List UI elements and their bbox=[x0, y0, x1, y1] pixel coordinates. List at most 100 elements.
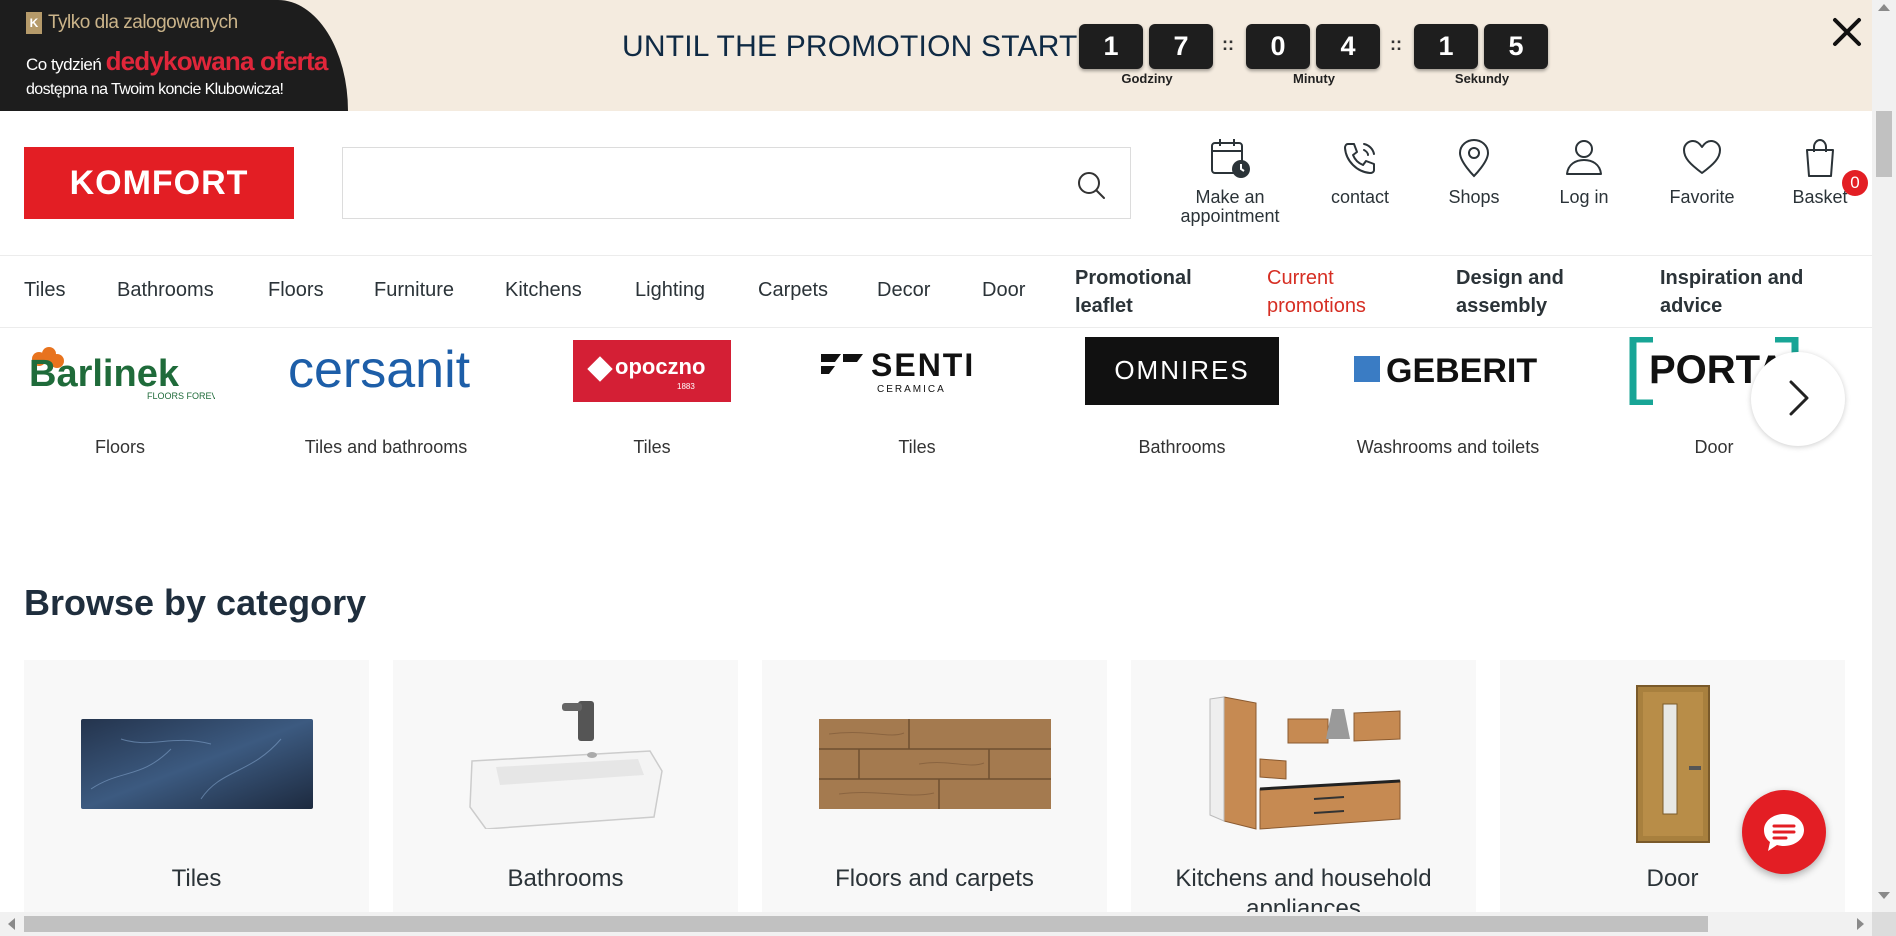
countdown-digit: 4 bbox=[1316, 24, 1380, 69]
club-offer-line2-prefix: Co tydzień bbox=[26, 55, 102, 74]
nav-item-inspiration-advice[interactable]: Inspiration and advice bbox=[1660, 264, 1803, 320]
search-input[interactable] bbox=[343, 148, 1043, 218]
favorite-button[interactable]: Favorite bbox=[1660, 136, 1744, 207]
contact-label: contact bbox=[1330, 187, 1390, 207]
countdown-seconds: 1 5 bbox=[1414, 24, 1548, 69]
brand-senti-wordmark: SENTI bbox=[871, 347, 975, 383]
countdown-digit: 0 bbox=[1246, 24, 1310, 69]
brands-next-button[interactable] bbox=[1751, 352, 1845, 446]
countdown-minutes: 0 4 bbox=[1246, 24, 1380, 69]
category-caption: Bathrooms bbox=[507, 865, 624, 892]
brand-senti[interactable]: SENTI CERAMICA Tiles bbox=[817, 337, 1017, 458]
nav-item-design-assembly[interactable]: Design and assembly bbox=[1456, 264, 1564, 320]
category-caption: Tiles bbox=[171, 865, 222, 892]
calendar-clock-icon bbox=[1211, 139, 1250, 178]
brand-cersanit-wordmark: cersanit bbox=[288, 341, 471, 399]
nav-item-carpets[interactable]: Carpets bbox=[758, 279, 828, 302]
login-button[interactable]: Log in bbox=[1542, 136, 1626, 207]
category-card-tiles[interactable]: Tiles bbox=[24, 660, 369, 920]
scroll-down-arrow-icon[interactable] bbox=[1878, 892, 1890, 899]
make-appointment-button[interactable]: Make an appointment bbox=[1170, 136, 1290, 226]
countdown-digit: 1 bbox=[1079, 24, 1143, 69]
brand-caption: Washrooms and toilets bbox=[1356, 437, 1540, 457]
nav-item-tiles[interactable]: Tiles bbox=[24, 279, 65, 302]
brand-caption: Tiles bbox=[898, 437, 936, 457]
close-icon bbox=[1833, 18, 1861, 46]
nav-item-furniture[interactable]: Furniture bbox=[374, 279, 454, 302]
category-caption: Floors and carpets bbox=[835, 865, 1034, 892]
nav-label-line: leaflet bbox=[1075, 295, 1133, 317]
category-card-kitchens[interactable]: Kitchens and household appliances bbox=[1131, 660, 1476, 922]
shops-button[interactable]: Shops bbox=[1432, 136, 1516, 207]
search-bar bbox=[342, 147, 1131, 219]
senti-logo: SENTI CERAMICA bbox=[817, 337, 1017, 405]
nav-label-line: Current bbox=[1267, 267, 1334, 289]
vertical-scroll-thumb[interactable] bbox=[1876, 111, 1892, 177]
scroll-right-arrow-icon[interactable] bbox=[1857, 918, 1864, 930]
brand-barlinek-wordmark: Barlinek bbox=[29, 353, 180, 395]
kitchen-image bbox=[1131, 684, 1476, 844]
scroll-left-arrow-icon[interactable] bbox=[8, 918, 15, 930]
nav-item-kitchens[interactable]: Kitchens bbox=[505, 279, 582, 302]
klub-logo-icon: K bbox=[26, 12, 42, 34]
omnires-logo: OMNIRES bbox=[1082, 337, 1282, 405]
countdown-separator: :: bbox=[1390, 34, 1402, 54]
countdown-separator: :: bbox=[1222, 34, 1234, 54]
search-icon[interactable] bbox=[1076, 170, 1106, 200]
brand-geberit-wordmark: GEBERIT bbox=[1386, 352, 1537, 390]
category-card-bathrooms[interactable]: Bathrooms bbox=[393, 660, 738, 920]
category-card-floors-carpets[interactable]: Floors and carpets bbox=[762, 660, 1107, 920]
brand-caption: Floors bbox=[94, 437, 145, 457]
nav-item-floors[interactable]: Floors bbox=[268, 279, 324, 302]
sink-image bbox=[393, 684, 738, 844]
komfort-logo[interactable]: KOMFORT bbox=[24, 147, 294, 219]
shopping-bag-icon bbox=[1806, 138, 1834, 177]
location-pin-icon bbox=[1458, 138, 1490, 178]
nav-label-line: promotions bbox=[1267, 295, 1366, 317]
tile-image bbox=[24, 684, 369, 844]
brand-caption: Bathrooms bbox=[1138, 437, 1226, 457]
nav-item-decor[interactable]: Decor bbox=[877, 279, 930, 302]
club-offer-line1: Tylko dla zalogowanych bbox=[48, 12, 238, 33]
wood-floor-image bbox=[762, 684, 1107, 844]
basket-label: Basket bbox=[1792, 187, 1848, 207]
horizontal-scrollbar[interactable] bbox=[0, 912, 1872, 936]
nav-label-line: Inspiration and bbox=[1660, 267, 1804, 289]
nav-label-line: assembly bbox=[1456, 295, 1548, 317]
chat-button[interactable] bbox=[1742, 790, 1826, 874]
brand-omnires[interactable]: OMNIRES Bathrooms bbox=[1082, 337, 1282, 458]
brand-opoczno-wordmark: opoczno bbox=[615, 354, 705, 379]
contact-button[interactable]: contact bbox=[1318, 136, 1402, 207]
chat-bubble-icon bbox=[1764, 814, 1804, 851]
countdown-seconds-label: Sekundy bbox=[1454, 71, 1510, 86]
countdown-hours: 1 7 bbox=[1079, 24, 1213, 69]
vertical-scrollbar[interactable] bbox=[1872, 0, 1896, 936]
brand-opoczno[interactable]: opoczno 1883 Tiles bbox=[552, 337, 752, 458]
countdown-hours-label: Godziny bbox=[1121, 71, 1173, 86]
opoczno-logo: opoczno 1883 bbox=[552, 337, 752, 405]
close-promo-button[interactable] bbox=[1832, 14, 1862, 54]
scroll-up-arrow-icon[interactable] bbox=[1878, 4, 1890, 11]
category-card-door[interactable]: Door bbox=[1500, 660, 1845, 920]
brand-opoczno-year: 1883 bbox=[677, 382, 695, 391]
basket-button[interactable]: 0 Basket bbox=[1778, 136, 1868, 207]
nav-item-bathrooms[interactable]: Bathrooms bbox=[117, 279, 214, 302]
nav-divider bbox=[0, 327, 1872, 328]
brand-geberit[interactable]: GEBERIT Washrooms and toilets bbox=[1348, 337, 1548, 458]
nav-item-current-promotions[interactable]: Current promotions bbox=[1267, 264, 1366, 320]
favorite-label: Favorite bbox=[1669, 187, 1735, 207]
nav-item-door[interactable]: Door bbox=[982, 279, 1025, 302]
nav-divider bbox=[0, 255, 1872, 256]
countdown-digit: 1 bbox=[1414, 24, 1478, 69]
nav-item-lighting[interactable]: Lighting bbox=[635, 279, 705, 302]
geberit-logo: GEBERIT bbox=[1348, 337, 1548, 405]
brand-cersanit[interactable]: cersanit Tiles and bathrooms bbox=[286, 337, 486, 458]
club-offer-line2: Co tydzień dedykowana oferta bbox=[26, 46, 328, 77]
horizontal-scroll-thumb[interactable] bbox=[24, 916, 1708, 932]
login-label: Log in bbox=[1559, 187, 1609, 207]
club-offer-banner[interactable]: K Tylko dla zalogowanych Co tydzień dedy… bbox=[0, 0, 348, 111]
page: K Tylko dla zalogowanych Co tydzień dedy… bbox=[0, 0, 1896, 936]
brand-barlinek[interactable]: Barlinek FLOORS FOREVER Floors bbox=[20, 337, 220, 458]
scrollbar-corner bbox=[1872, 912, 1896, 936]
nav-item-promotional-leaflet[interactable]: Promotional leaflet bbox=[1075, 264, 1192, 320]
